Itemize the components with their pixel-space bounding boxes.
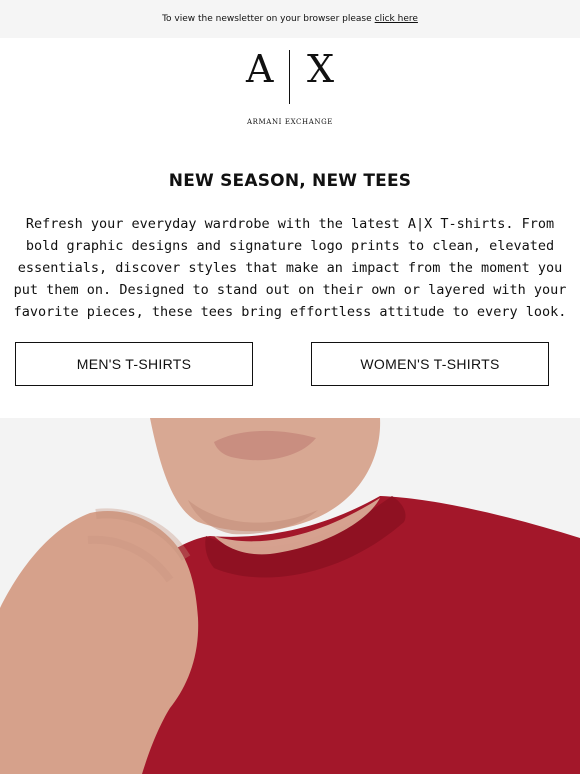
headline: NEW SEASON, NEW TEES	[168, 171, 412, 191]
preheader-bar: To view the newsletter on your browser p…	[0, 0, 580, 38]
logo-divider	[289, 50, 290, 104]
mens-tshirts-button[interactable]: MEN'S T-SHIRTS	[15, 342, 253, 386]
preheader-text: To view the newsletter on your browser p…	[162, 14, 372, 24]
hero-illustration	[0, 418, 580, 774]
womens-tshirts-button[interactable]: WOMEN'S T-SHIRTS	[311, 342, 549, 386]
armani-exchange-logo[interactable]: A X ARMANI EXCHANGE	[240, 38, 340, 138]
hero-image[interactable]	[0, 418, 580, 774]
category-buttons: MEN'S T-SHIRTS WOMEN'S T-SHIRTS	[0, 342, 580, 388]
view-in-browser-link[interactable]: click here	[375, 14, 418, 24]
logo-letter-x: X	[306, 47, 334, 91]
logo-letter-a: A	[246, 47, 274, 91]
brand-header: A X ARMANI EXCHANGE	[0, 38, 580, 138]
body-copy: Refresh your everyday wardrobe with the …	[13, 216, 567, 320]
logo-subtitle: ARMANI EXCHANGE	[247, 118, 333, 126]
